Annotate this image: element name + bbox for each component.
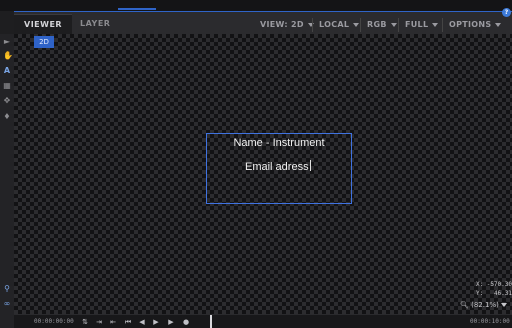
active-panel-indicator <box>118 8 156 10</box>
resolution-dropdown[interactable]: FULL <box>398 18 439 32</box>
space-label: LOCAL <box>319 20 350 29</box>
chevron-down-icon <box>390 22 397 27</box>
channel-dropdown[interactable]: RGB <box>360 18 397 32</box>
viewer-mode-badge: 2D <box>34 36 54 48</box>
prev-frame-icon[interactable]: ◀ <box>137 317 147 327</box>
viewer-canvas[interactable]: 2D Name - Instrument Email adress X: -570… <box>14 34 512 314</box>
timeline-start-time: 00:00:00:00 <box>34 318 74 325</box>
tab-viewer[interactable]: VIEWER <box>14 14 73 35</box>
resolution-label: FULL <box>405 20 429 29</box>
next-frame-icon[interactable]: ▶ <box>151 317 161 327</box>
zoom-control[interactable]: 🔍︎ (82.1%) <box>460 299 512 311</box>
view-mode-dropdown[interactable]: VIEW: 2D <box>260 18 314 32</box>
email-field-value: Email adress <box>245 161 309 173</box>
tool-strip: ► ✋ A ▦ ✥ ♦ ⚲ ∞ <box>0 34 14 328</box>
tab-layer[interactable]: LAYER <box>70 14 120 35</box>
chevron-down-icon <box>501 303 508 307</box>
instrument-overlay-box: Name - Instrument Email adress <box>206 133 352 204</box>
chevron-down-icon <box>353 22 360 27</box>
x-coord-label: X: <box>476 281 484 288</box>
chevron-down-icon <box>432 22 439 27</box>
zoom-level: (82.1%) <box>471 301 499 309</box>
text-tool-icon[interactable]: A <box>3 66 11 75</box>
text-caret <box>309 160 311 171</box>
view-mode-label: VIEW: 2D <box>260 20 304 29</box>
channel-label: RGB <box>367 20 387 29</box>
grid-icon[interactable]: ▦ <box>3 81 11 90</box>
playhead[interactable] <box>210 315 212 328</box>
email-field[interactable]: Email adress <box>245 159 325 175</box>
cursor-readout: X: -570.30 Y: 46.31 <box>460 280 512 298</box>
x-coord-value: -570.30 <box>486 281 512 288</box>
viewer-header: VIEWER LAYER VIEW: 2D LOCAL RGB FULL OPT… <box>14 11 512 35</box>
space-dropdown[interactable]: LOCAL <box>312 18 360 32</box>
record-icon[interactable]: ● <box>181 317 191 327</box>
stamp-icon[interactable]: ♦ <box>3 112 11 121</box>
move-icon[interactable]: ✥ <box>3 96 11 105</box>
y-coord-value: 46.31 <box>493 290 512 297</box>
options-label: OPTIONS <box>449 20 492 29</box>
to-out-icon[interactable]: ⇤ <box>108 317 118 327</box>
hand-icon[interactable]: ✋ <box>3 51 13 60</box>
zoom-tool-icon[interactable]: ⚲ <box>3 284 11 293</box>
title-bar <box>0 0 512 11</box>
link-icon[interactable]: ∞ <box>3 299 11 308</box>
play-icon[interactable]: ▶ <box>166 317 176 327</box>
help-icon[interactable]: ? <box>502 8 511 17</box>
loop-icon[interactable]: ⇅ <box>80 317 90 327</box>
timeline-end-time: 00:00:10:00 <box>470 318 510 325</box>
timeline-bar: 00:00:00:00 ⇅ ⇥ ⇤ ⏮︎ ◀ ▶ ▶ ● 00:00:10:00 <box>14 314 512 328</box>
chevron-down-icon <box>495 22 502 27</box>
first-frame-icon[interactable]: ⏮︎ <box>123 317 133 327</box>
to-in-icon[interactable]: ⇥ <box>94 317 104 327</box>
overlay-title: Name - Instrument <box>233 137 325 149</box>
y-coord-label: Y: <box>476 290 484 297</box>
select-arrow-icon[interactable]: ► <box>3 37 11 46</box>
options-dropdown[interactable]: OPTIONS <box>442 18 502 32</box>
magnifier-icon: 🔍︎ <box>460 301 469 309</box>
